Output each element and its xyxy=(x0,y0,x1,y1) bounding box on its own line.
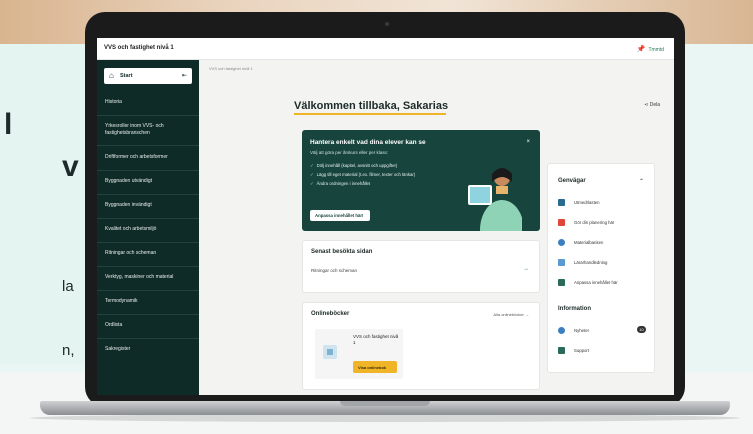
sidebar-item-kvalitet[interactable]: Kvalitet och arbetsmiljö xyxy=(105,226,193,233)
shortcut-item[interactable]: Gör din planering här xyxy=(558,218,648,228)
sidebar-divider xyxy=(97,170,199,171)
sidebar: ⌂ Start ⇤ Historia Yrkesroller inom VVS-… xyxy=(97,60,199,395)
recent-page-card[interactable]: Senast besökta sidan Ritningar och schem… xyxy=(302,240,540,293)
bg-body-fragment-1: la xyxy=(62,278,74,295)
information-item-support[interactable]: Support xyxy=(558,346,648,356)
breadcrumb[interactable]: VVS och fastighet nivå 1 xyxy=(209,66,253,71)
home-icon: ⌂ xyxy=(109,71,114,80)
bg-heading-fragment-1: l xyxy=(4,108,13,141)
support-icon xyxy=(558,347,565,354)
recent-title: Senast besökta sidan xyxy=(311,249,373,255)
shortcut-item[interactable]: Utmedrlasten xyxy=(558,198,648,208)
information-item-news[interactable]: Nyheter 10 xyxy=(558,326,648,336)
app-topbar: VVS och fastighet nivå 1 📌 Tmmtd xyxy=(97,38,674,60)
hero-banner: Hantera enkelt vad dina elever kan se × … xyxy=(302,130,540,231)
app-title: VVS och fastighet nivå 1 xyxy=(104,45,174,51)
sidebar-divider xyxy=(97,290,199,291)
share-button[interactable]: ⋖ Dela xyxy=(644,102,660,108)
book-name: VVS och fastighet nivå 1 xyxy=(353,334,399,345)
share-label: Dela xyxy=(649,102,660,108)
shortcuts-panel: Genvägar ⌃ Utmedrlasten Gör din planerin… xyxy=(547,163,655,373)
book-icon xyxy=(323,345,337,359)
check-icon: ✓ xyxy=(310,181,314,186)
sidebar-item-ordlista[interactable]: Ordlista xyxy=(105,322,193,329)
sidebar-item-driftformer[interactable]: Driftformer och arbetsformer xyxy=(105,154,193,161)
customize-content-button[interactable]: Anpassa innehållet här! xyxy=(310,210,370,221)
sidebar-divider xyxy=(97,194,199,195)
book-tile[interactable]: VVS och fastighet nivå 1 Visa onlinebok xyxy=(315,329,403,379)
bg-heading-fragment-2: v xyxy=(62,150,79,183)
hero-title: Hantera enkelt vad dina elever kan se xyxy=(310,139,426,146)
sidebar-item-verktyg[interactable]: Verktyg, maskiner och material xyxy=(105,274,193,281)
laptop-notch xyxy=(340,401,430,406)
topbar-pin-button[interactable]: 📌 Tmmtd xyxy=(637,45,664,53)
shortcut-icon xyxy=(558,239,565,246)
sidebar-divider xyxy=(97,266,199,267)
shortcut-item[interactable]: Anpassa innehållet här xyxy=(558,278,648,288)
sidebar-divider xyxy=(97,115,199,116)
topbar-right-label: Tmmtd xyxy=(648,47,664,53)
news-icon xyxy=(558,327,565,334)
laptop-screen: VVS och fastighet nivå 1 📌 Tmmtd ⌂ Start … xyxy=(97,38,674,395)
shortcut-icon xyxy=(558,219,565,226)
sidebar-item-termodynamik[interactable]: Termodynamik xyxy=(105,298,193,305)
shortcut-item[interactable]: Materialbanken xyxy=(558,238,648,248)
shortcut-icon xyxy=(558,279,565,286)
title-underline xyxy=(294,113,446,115)
shortcut-icon xyxy=(558,259,565,266)
arrow-right-icon: → xyxy=(523,266,529,272)
sidebar-item-sakregister[interactable]: Sakregister xyxy=(105,346,193,353)
hero-bullet: ✓ Ändra ordningen i innehållet xyxy=(310,181,371,186)
sidebar-item-yrkesroller[interactable]: Yrkesroller inom VVS- och fastighetsbran… xyxy=(105,123,193,137)
arrow-right-icon: → xyxy=(525,312,529,317)
laptop-shadow xyxy=(30,414,740,422)
page-title: Välkommen tillbaka, Sakarias xyxy=(294,100,449,112)
recent-item: Ritningar och scheman xyxy=(311,268,358,273)
sidebar-divider xyxy=(97,145,199,146)
check-icon: ✓ xyxy=(310,163,314,168)
all-books-link[interactable]: Alla onlineböcker → xyxy=(493,312,529,317)
books-title: Onlineböcker xyxy=(311,311,350,317)
open-book-button[interactable]: Visa onlinebok xyxy=(353,361,397,373)
teacher-illustration xyxy=(480,168,522,231)
shortcuts-title: Genvägar xyxy=(558,178,586,184)
hero-bullet: ✓ Lägg till eget material (t.ex. filmer, … xyxy=(310,172,416,177)
sidebar-divider xyxy=(97,314,199,315)
shortcut-item[interactable]: Lärarhandledning xyxy=(558,258,648,268)
sidebar-divider xyxy=(97,242,199,243)
check-icon: ✓ xyxy=(310,172,314,177)
sidebar-item-invandigt[interactable]: Byggnaden invändigt xyxy=(105,202,193,209)
sidebar-divider xyxy=(97,338,199,339)
camera-icon xyxy=(385,22,389,26)
information-title: Information xyxy=(558,306,591,312)
chevron-up-icon[interactable]: ⌃ xyxy=(639,178,644,185)
sidebar-item-start[interactable]: ⌂ Start ⇤ xyxy=(104,68,192,84)
close-icon[interactable]: × xyxy=(526,139,530,145)
hero-subtitle: Välj att göra per årskurs eller per klas… xyxy=(310,150,389,155)
bg-body-fragment-2: n, xyxy=(62,342,75,359)
sidebar-item-historia[interactable]: Historia xyxy=(105,99,193,106)
news-count-badge: 10 xyxy=(637,326,646,333)
pin-icon: 📌 xyxy=(636,46,646,53)
background-panel xyxy=(0,44,90,364)
collapse-icon: ⇤ xyxy=(181,73,187,79)
sidebar-divider xyxy=(97,218,199,219)
sidebar-item-utvandigt[interactable]: Byggnaden utvändigt xyxy=(105,178,193,185)
hero-bullet: ✓ Dölj innehåll (kapitel, avsnitt och upp… xyxy=(310,163,398,168)
sidebar-start-label: Start xyxy=(120,73,133,79)
shortcut-icon xyxy=(558,199,565,206)
online-books-card: Onlineböcker Alla onlineböcker → VVS och… xyxy=(302,302,540,390)
sidebar-item-ritningar[interactable]: Ritningar och scheman xyxy=(105,250,193,257)
